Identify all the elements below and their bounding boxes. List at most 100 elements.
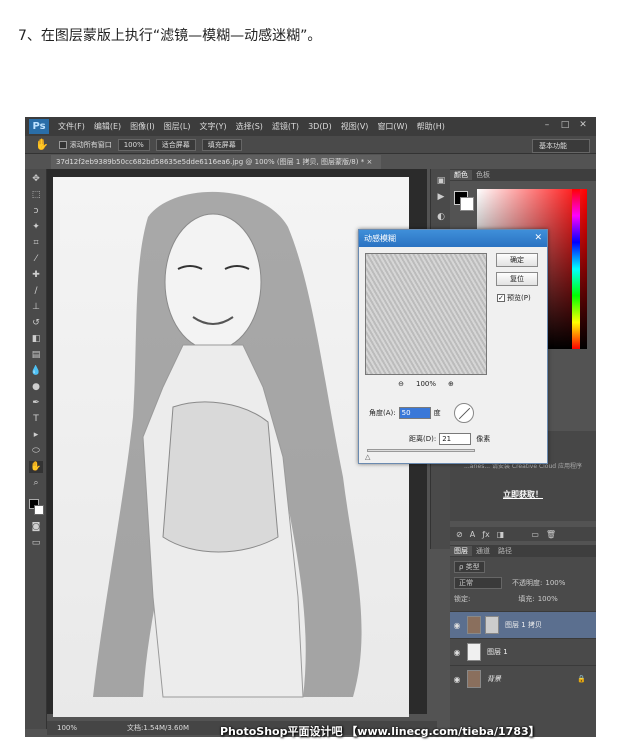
minimize-icon[interactable]: –: [540, 119, 554, 131]
layer-thumbnail: [467, 643, 481, 661]
opacity-value[interactable]: 100%: [545, 579, 565, 587]
menu-filter[interactable]: 滤镜(T): [272, 121, 299, 132]
hue-slider[interactable]: [572, 189, 580, 349]
zoom-out-icon[interactable]: ⊖: [398, 380, 404, 388]
tab-color[interactable]: 颜色: [450, 170, 472, 180]
color-background-swatch[interactable]: [460, 197, 474, 211]
lock-label: 锁定:: [454, 595, 471, 603]
trash-icon[interactable]: 🗑: [546, 530, 556, 539]
fill-screen-button[interactable]: 填充屏幕: [201, 138, 242, 151]
menu-3d[interactable]: 3D(D): [308, 122, 332, 131]
distance-label: 距离(D):: [409, 435, 437, 443]
layers-tabs: 图层 通道 路径: [450, 545, 596, 557]
close-icon[interactable]: ✕: [576, 119, 590, 131]
menu-view[interactable]: 视图(V): [341, 121, 369, 132]
document-canvas[interactable]: [53, 177, 409, 717]
mask-icon[interactable]: ◨: [497, 530, 505, 539]
fill-label: 填充:: [518, 595, 535, 603]
maximize-icon[interactable]: □: [558, 119, 572, 131]
zoom-level[interactable]: 100%: [57, 721, 77, 735]
slider-knob-icon[interactable]: △: [365, 453, 370, 461]
type-tool-icon[interactable]: T: [29, 413, 43, 425]
distance-row: 距离(D): 21 像素: [409, 433, 490, 445]
eyedropper-icon[interactable]: ⁄: [29, 253, 43, 265]
blur-tool-icon[interactable]: 💧: [29, 365, 43, 377]
options-bar: ✋ 滚动所有窗口 100% 适合屏幕 填充屏幕: [25, 136, 596, 154]
workspace-select[interactable]: 基本功能: [532, 139, 590, 153]
menu-image[interactable]: 图像(I): [130, 121, 155, 132]
hand-tool-icon[interactable]: ✋: [35, 138, 49, 151]
blur-preview[interactable]: [365, 253, 487, 375]
zoom-100-button[interactable]: 100%: [117, 138, 150, 151]
actions-play-icon[interactable]: ▶: [435, 191, 447, 203]
quick-mask-icon[interactable]: ◙: [29, 521, 43, 533]
fill-value[interactable]: 100%: [538, 595, 558, 603]
layer-row[interactable]: ◉ 图层 1: [450, 638, 596, 665]
document-tab[interactable]: 37d12f2eb9389b50cc682bd58635e5dde6116ea6…: [51, 155, 381, 169]
zoom-tool-icon[interactable]: ⌕: [29, 477, 43, 489]
layer-row[interactable]: ◉ 背景 🔒: [450, 665, 596, 692]
angle-dial[interactable]: [454, 403, 474, 423]
new-layer-icon[interactable]: ▭: [531, 530, 539, 539]
dialog-close-icon[interactable]: ✕: [534, 230, 542, 247]
reset-button[interactable]: 复位: [496, 272, 538, 286]
magic-wand-icon[interactable]: ✦: [29, 221, 43, 233]
history-brush-icon[interactable]: ↺: [29, 317, 43, 329]
visibility-eye-icon[interactable]: ◉: [450, 675, 464, 684]
preview-checkbox[interactable]: ✓: [497, 294, 505, 302]
distance-input[interactable]: 21: [439, 433, 472, 445]
adjustments-icon[interactable]: ◐: [435, 211, 447, 223]
layer-mask-thumbnail[interactable]: [485, 616, 499, 634]
marquee-tool-icon[interactable]: ⬚: [29, 189, 43, 201]
fit-screen-button[interactable]: 适合屏幕: [155, 138, 196, 151]
visibility-eye-icon[interactable]: ◉: [450, 648, 464, 657]
shape-tool-icon[interactable]: ⬭: [29, 445, 43, 457]
dodge-tool-icon[interactable]: ●: [29, 381, 43, 393]
tab-swatches[interactable]: 色板: [472, 170, 494, 180]
angle-input[interactable]: 50: [398, 407, 431, 419]
eraser-tool-icon[interactable]: ◧: [29, 333, 43, 345]
hand-tool-active-icon[interactable]: ✋: [29, 461, 43, 473]
kind-filter-select[interactable]: ρ 类型: [454, 561, 485, 573]
get-now-link[interactable]: 立即获取！: [450, 489, 596, 500]
fx-icon[interactable]: ƒx: [482, 530, 490, 539]
lasso-tool-icon[interactable]: ↄ: [29, 205, 43, 217]
preview-zoom-value: 100%: [415, 380, 436, 388]
tab-paths[interactable]: 路径: [494, 546, 516, 556]
brush-tool-icon[interactable]: ∕: [29, 285, 43, 297]
scroll-all-checkbox[interactable]: [58, 140, 67, 149]
layer-name: 图层 1: [487, 648, 508, 656]
layer-row[interactable]: ◉ 图层 1 拷贝: [450, 611, 596, 638]
layer-thumbnail: [467, 670, 481, 688]
crop-tool-icon[interactable]: ⌗: [29, 237, 43, 249]
background-color-swatch[interactable]: [34, 505, 44, 515]
distance-slider[interactable]: [367, 449, 475, 452]
tab-channels[interactable]: 通道: [472, 546, 494, 556]
motion-blur-dialog: 动感模糊 ✕ 确定 复位 ✓ 预览(P) ⊖ 100% ⊕ 角度(A): 50 …: [358, 229, 548, 464]
history-panel-icon[interactable]: ▣: [435, 175, 447, 187]
visibility-eye-icon[interactable]: ◉: [450, 621, 464, 630]
menu-edit[interactable]: 编辑(E): [94, 121, 121, 132]
text-a-icon[interactable]: A: [470, 530, 475, 539]
menu-file[interactable]: 文件(F): [58, 121, 85, 132]
ok-button[interactable]: 确定: [496, 253, 538, 267]
tab-layers[interactable]: 图层: [450, 546, 472, 556]
scroll-all-label: 滚动所有窗口: [69, 140, 112, 149]
menu-layer[interactable]: 图层(L): [164, 121, 191, 132]
link-layers-icon[interactable]: ⊘: [456, 530, 463, 539]
menu-help[interactable]: 帮助(H): [417, 121, 445, 132]
screen-mode-icon[interactable]: ▭: [29, 537, 43, 549]
move-tool-icon[interactable]: ✥: [29, 173, 43, 185]
preview-checkbox-row: ✓ 预览(P): [497, 293, 531, 303]
zoom-in-icon[interactable]: ⊕: [448, 380, 454, 388]
stamp-tool-icon[interactable]: ⊥: [29, 301, 43, 313]
gradient-tool-icon[interactable]: ▤: [29, 349, 43, 361]
menu-select[interactable]: 选择(S): [236, 121, 263, 132]
pen-tool-icon[interactable]: ✒: [29, 397, 43, 409]
preview-zoom-row: ⊖ 100% ⊕: [365, 380, 487, 388]
menu-window[interactable]: 窗口(W): [377, 121, 407, 132]
blend-mode-select[interactable]: 正常: [454, 577, 502, 589]
menu-type[interactable]: 文字(Y): [199, 121, 226, 132]
healing-brush-icon[interactable]: ✚: [29, 269, 43, 281]
path-select-icon[interactable]: ▸: [29, 429, 43, 441]
